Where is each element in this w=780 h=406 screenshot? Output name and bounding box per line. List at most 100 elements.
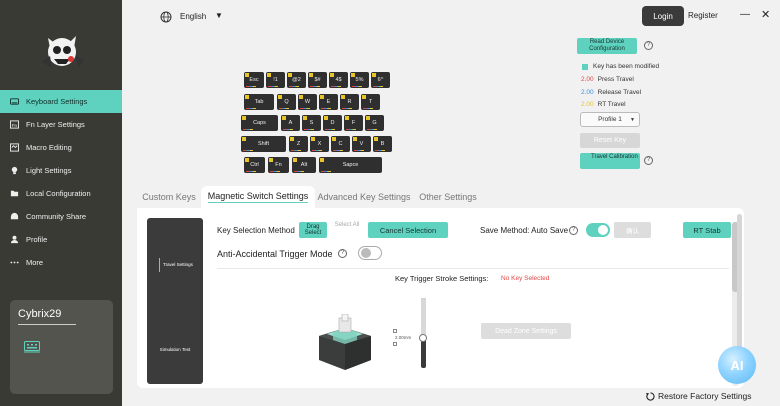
ai-assistant-button[interactable]: AI <box>718 346 756 384</box>
minimize-icon[interactable]: — <box>740 9 750 20</box>
device-card[interactable]: Cybrix29 <box>10 300 113 394</box>
key-caps[interactable]: Caps <box>241 115 278 131</box>
tab-label: Magnetic Switch Settings <box>207 191 309 203</box>
language-select[interactable]: English <box>180 12 206 21</box>
key-6[interactable]: 6^ <box>371 72 390 88</box>
modified-legend: Key has been modified <box>582 63 659 70</box>
sidebar-item-label: Local Configuration <box>26 189 91 198</box>
sidebar-item-more[interactable]: More <box>0 251 122 274</box>
stroke-settings-label: Key Trigger Stroke Settings: <box>395 274 489 283</box>
key-s[interactable]: S <box>302 115 321 131</box>
slider-handle[interactable] <box>419 334 427 342</box>
key-1[interactable]: !1 <box>266 72 285 88</box>
preview-simulation-label: Simulation Test <box>159 347 191 352</box>
key-space[interactable]: Sapce <box>319 157 382 173</box>
press-travel-legend: 2.00 Press Travel <box>581 76 634 83</box>
login-button[interactable]: Login <box>642 6 684 26</box>
help-icon[interactable]: ? <box>569 226 578 235</box>
travel-calibration-button[interactable]: Travel Calibration <box>580 153 640 169</box>
anti-accidental-toggle[interactable] <box>358 246 382 260</box>
sidebar-item-label: Keyboard Settings <box>26 97 88 106</box>
key-a[interactable]: A <box>281 115 300 131</box>
sidebar-nav: Keyboard Settings Fn Fn Layer Settings M… <box>0 90 122 274</box>
rt-travel-legend: 2.00 RT Travel <box>581 101 626 108</box>
key-w[interactable]: W <box>298 94 317 110</box>
preview-indicator <box>159 258 160 272</box>
tab-custom-keys[interactable]: Custom Keys <box>137 186 201 208</box>
sidebar-item-profile[interactable]: Profile <box>0 228 122 251</box>
confirm-button[interactable]: 确认 <box>614 222 651 238</box>
press-travel-value: 2.00 <box>581 76 594 83</box>
key-r[interactable]: R <box>340 94 359 110</box>
globe-icon[interactable] <box>160 10 172 23</box>
sidebar-item-label: Light Settings <box>26 166 72 175</box>
light-icon <box>9 166 19 176</box>
key-b[interactable]: B <box>373 136 392 152</box>
key-c[interactable]: C <box>331 136 350 152</box>
slider-plus-icon[interactable] <box>393 342 397 346</box>
preview-travel-settings-label: Travel Settings <box>163 262 193 267</box>
drag-select-button[interactable]: Drag Select <box>299 222 327 238</box>
sidebar-item-community-share[interactable]: Community Share <box>0 205 122 228</box>
keyboard-device-icon <box>24 340 40 358</box>
press-travel-label: Press Travel <box>597 76 634 83</box>
key-f[interactable]: F <box>344 115 363 131</box>
rt-stab-button[interactable]: RT Stab <box>683 222 731 238</box>
key-d[interactable]: D <box>323 115 342 131</box>
select-all-button[interactable]: Select All <box>334 222 360 238</box>
key-x[interactable]: X <box>310 136 329 152</box>
toggle-knob <box>598 225 608 235</box>
reset-key-button[interactable]: Reset Key <box>580 133 640 148</box>
key-esc[interactable]: Esc <box>244 72 264 88</box>
key-4[interactable]: 4$ <box>329 72 348 88</box>
switch-illustration <box>313 313 377 381</box>
device-name: Cybrix29 <box>18 308 62 320</box>
share-icon <box>9 212 19 222</box>
key-tab[interactable]: Tab <box>244 94 274 110</box>
save-method-label: Save Method: Auto Save <box>480 226 569 235</box>
tab-magnetic-switch-settings[interactable]: Magnetic Switch Settings <box>201 186 315 208</box>
slider-minus-icon[interactable] <box>393 329 397 333</box>
key-5[interactable]: 5% <box>350 72 369 88</box>
help-icon[interactable]: ? <box>644 41 653 50</box>
key-3[interactable]: $# <box>308 72 327 88</box>
restore-icon <box>646 391 655 401</box>
sidebar: Keyboard Settings Fn Fn Layer Settings M… <box>0 0 122 406</box>
key-2[interactable]: @2 <box>287 72 306 88</box>
modified-swatch <box>582 63 588 70</box>
read-device-config-button[interactable]: Read Device Configuration <box>577 38 637 54</box>
tab-advanced-key-settings[interactable]: Advanced Key Settings <box>315 186 413 208</box>
help-icon[interactable]: ? <box>644 156 653 165</box>
auto-save-toggle[interactable] <box>586 223 610 237</box>
key-fn[interactable]: Fn <box>268 157 289 173</box>
profile-select[interactable]: Profile 1 ▼ <box>580 112 640 127</box>
tab-other-settings[interactable]: Other Settings <box>413 186 483 208</box>
key-shift[interactable]: Shift <box>241 136 286 152</box>
sidebar-item-light-settings[interactable]: Light Settings <box>0 159 122 182</box>
key-g[interactable]: G <box>365 115 384 131</box>
profile-select-value: Profile 1 <box>598 116 622 123</box>
restore-label: Restore Factory Settings <box>658 391 752 401</box>
key-z[interactable]: Z <box>289 136 308 152</box>
sidebar-item-local-configuration[interactable]: Local Configuration <box>0 182 122 205</box>
help-icon[interactable]: ? <box>338 249 347 258</box>
no-key-selected-label: No Key Selected <box>501 275 550 282</box>
dead-zone-settings-button[interactable]: Dead Zone Settings <box>481 323 571 339</box>
local-config-icon <box>9 189 19 199</box>
top-bar: English ▼ Login Register — ✕ <box>122 0 780 33</box>
sidebar-item-fn-layer-settings[interactable]: Fn Fn Layer Settings <box>0 113 122 136</box>
key-q[interactable]: Q <box>277 94 296 110</box>
close-icon[interactable]: ✕ <box>761 8 770 21</box>
cancel-selection-button[interactable]: Cancel Selection <box>368 222 448 238</box>
register-link[interactable]: Register <box>688 11 718 20</box>
restore-factory-settings-button[interactable]: Restore Factory Settings <box>646 391 752 401</box>
key-t[interactable]: T <box>361 94 380 110</box>
caret-down-icon[interactable]: ▼ <box>215 11 223 20</box>
key-alt[interactable]: Alt <box>292 157 316 173</box>
sidebar-item-macro-editing[interactable]: Macro Editing <box>0 136 122 159</box>
key-ctrl[interactable]: Ctrl <box>244 157 265 173</box>
page-scrollbar[interactable] <box>737 214 742 364</box>
sidebar-item-keyboard-settings[interactable]: Keyboard Settings <box>0 90 122 113</box>
key-v[interactable]: V <box>352 136 371 152</box>
key-e[interactable]: E <box>319 94 338 110</box>
